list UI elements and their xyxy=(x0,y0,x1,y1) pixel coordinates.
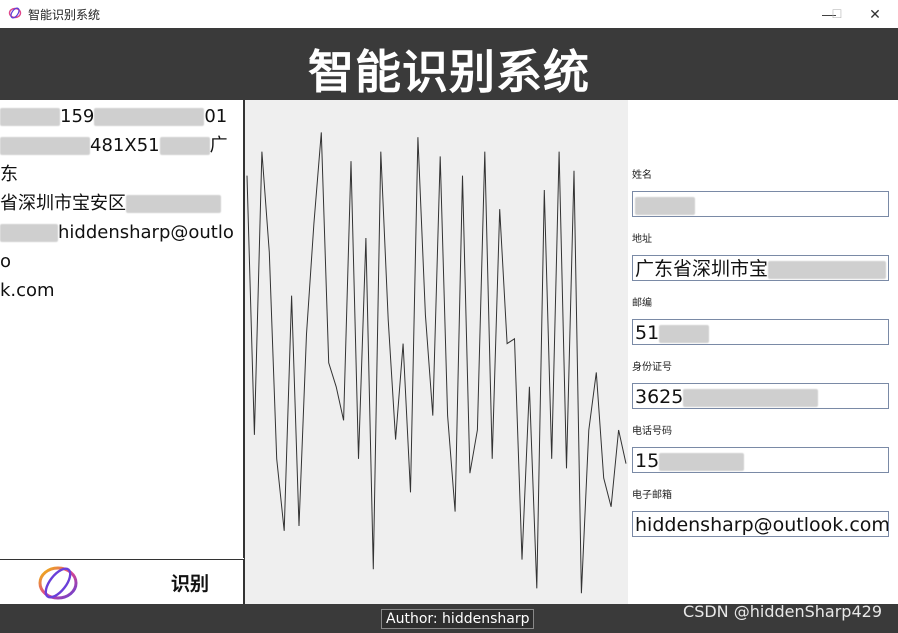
zip-value: 51 xyxy=(635,322,660,344)
redacted-block xyxy=(768,260,887,279)
redacted-block xyxy=(683,388,819,407)
phone-value: 15 xyxy=(635,450,660,472)
phone-label: 电话号码 xyxy=(632,426,672,437)
recognized-text-line: 159 01 xyxy=(0,102,240,131)
email-value: hiddensharp@outlook.com xyxy=(635,514,889,536)
redacted-block xyxy=(159,137,210,155)
recognized-text: 159 01 481X51 广东省深圳市宝安区 hiddensharp@outloo k.… xyxy=(0,102,240,305)
recognized-text-fragment: 省深圳市宝安区 xyxy=(0,193,126,214)
close-icon: ✕ xyxy=(869,5,881,22)
window-titlebar: 智能识别系统 — ☐ ✕ xyxy=(0,0,898,29)
recognized-text-fragment: 01 xyxy=(204,106,228,127)
address-value: 广东省深圳市宝 xyxy=(635,258,769,280)
zip-label: 邮编 xyxy=(632,298,652,309)
redacted-block xyxy=(126,195,221,213)
redacted-block xyxy=(94,108,205,126)
zip-field[interactable]: 51 xyxy=(632,319,889,345)
recognized-text-line: 省深圳市宝安区 xyxy=(0,189,240,218)
redacted-block xyxy=(0,224,58,242)
app-icon xyxy=(8,7,22,19)
redacted-block xyxy=(0,108,60,126)
redacted-block xyxy=(659,324,710,343)
redacted-block xyxy=(0,137,90,155)
watermark-text: CSDN @hiddenSharp429 xyxy=(683,602,882,621)
recognized-text-line: k.com xyxy=(0,276,240,305)
email-label: 电子邮箱 xyxy=(632,490,672,501)
address-label: 地址 xyxy=(632,234,652,245)
author-label: Author: hiddensharp xyxy=(381,609,535,629)
email-field[interactable]: hiddensharp@outlook.com xyxy=(632,511,889,537)
logo-icon xyxy=(38,566,78,600)
waveform-line xyxy=(246,132,627,594)
page-title: 智能识别系统 xyxy=(308,45,590,99)
id-label: 身份证号 xyxy=(632,362,672,373)
recognize-button[interactable]: 识别 xyxy=(150,566,230,598)
info-form: 姓名地址广东省深圳市宝邮编 51 身份证号 3625 电话号码 15 电子邮箱 hiddens… xyxy=(628,100,898,604)
recognized-text-fragment: 159 xyxy=(60,106,95,127)
recognized-text-line: hiddensharp@outloo xyxy=(0,218,240,276)
address-field[interactable]: 广东省深圳市宝 xyxy=(632,255,889,281)
waveform-plot xyxy=(246,132,627,594)
redacted-block xyxy=(659,452,745,471)
name-field[interactable] xyxy=(632,191,889,217)
window-title: 智能识别系统 xyxy=(28,8,101,22)
maximize-icon: ☐ xyxy=(831,7,843,21)
waveform-panel xyxy=(244,100,629,604)
recognized-text-fragment: 481X51 xyxy=(90,135,160,156)
app-header: 智能识别系统 xyxy=(0,28,898,100)
close-button[interactable]: ✕ xyxy=(852,0,898,28)
recognized-text-panel: 159 01 481X51 广东省深圳市宝安区 hiddensharp@outloo k.… xyxy=(0,100,244,558)
id-value: 3625 xyxy=(635,386,684,408)
phone-field[interactable]: 15 xyxy=(632,447,889,473)
recognized-text-fragment: k.com xyxy=(0,280,55,301)
name-label: 姓名 xyxy=(632,170,652,181)
recognized-text-line: 481X51 广东 xyxy=(0,131,240,189)
redacted-block xyxy=(635,196,695,215)
id-field[interactable]: 3625 xyxy=(632,383,889,409)
